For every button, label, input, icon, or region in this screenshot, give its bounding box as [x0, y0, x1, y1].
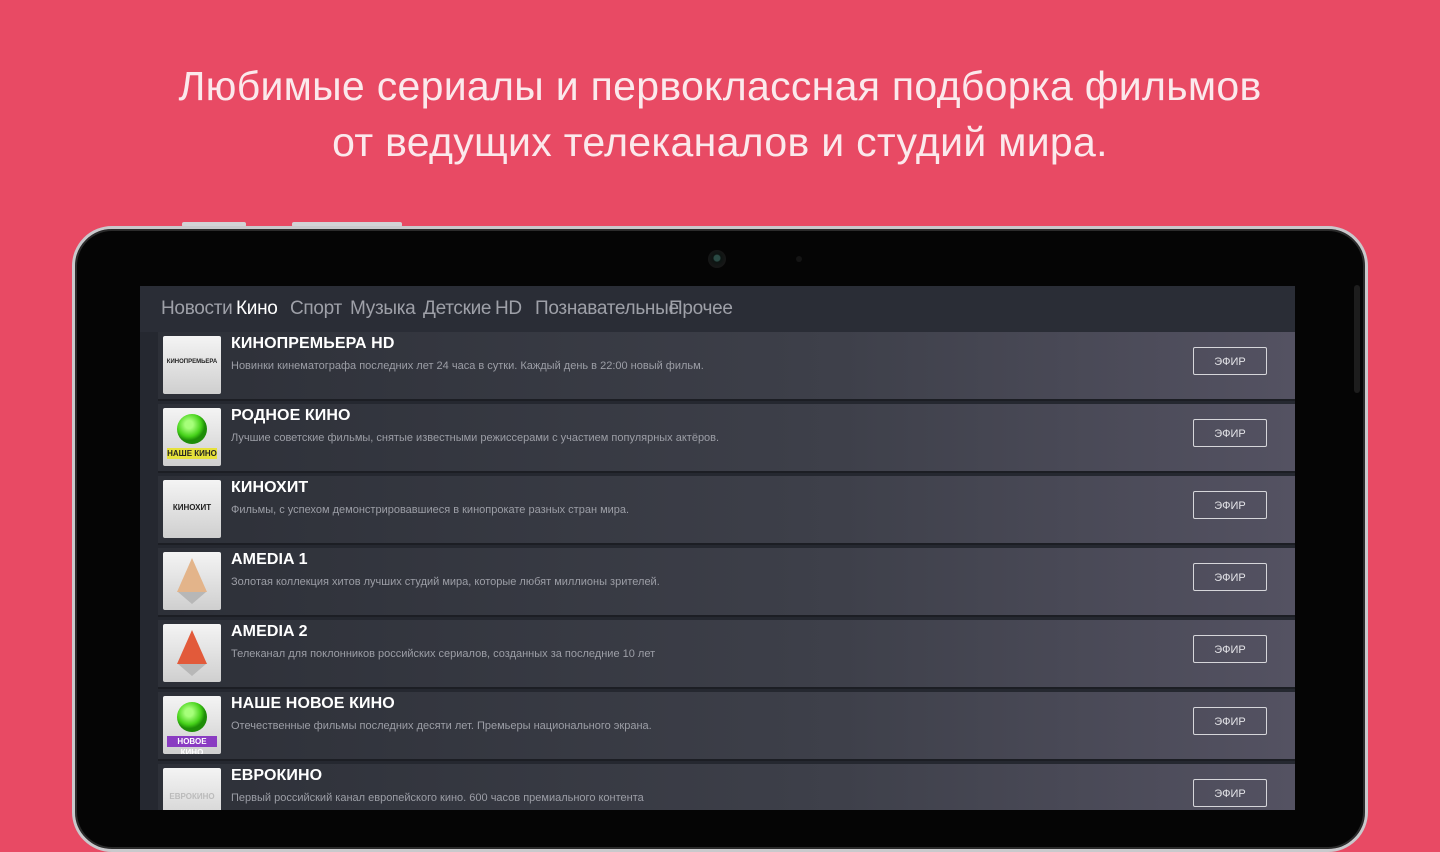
channel-description: Отечественные фильмы последних десяти ле…: [231, 720, 652, 732]
channel-description: Золотая коллекция хитов лучших студий ми…: [231, 576, 660, 588]
category-tabs: Новости Кино Спорт Музыка Детские HD Поз…: [140, 286, 1295, 332]
tab-sport[interactable]: Спорт: [290, 298, 342, 320]
channel-logo-text: НОВОЕ КИНО: [167, 736, 217, 754]
tab-hd[interactable]: HD: [495, 298, 522, 320]
channel-description: Фильмы, с успехом демонстрировавшиеся в …: [231, 504, 630, 516]
channel-row[interactable]: НАШЕ КИНО РОДНОЕ КИНО Лучшие советские ф…: [158, 404, 1295, 473]
amedia-a-icon: [177, 558, 207, 592]
live-button[interactable]: ЭФИР: [1193, 491, 1267, 519]
channel-logo-text: КИНОПРЕМЬЕРА: [166, 359, 218, 365]
channel-title: КИНОХИТ: [231, 479, 309, 496]
promo-headline: Любимые сериалы и первоклассная подборка…: [0, 58, 1440, 170]
channel-logo-text: НАШЕ КИНО: [167, 448, 217, 459]
tab-educational[interactable]: Познавательные: [535, 298, 679, 320]
channel-title: НАШЕ НОВОЕ КИНО: [231, 695, 395, 712]
channel-row[interactable]: AMEDIA 2 Телеканал для поклонников росси…: [158, 620, 1295, 689]
tab-movies[interactable]: Кино: [236, 298, 278, 320]
channel-logo: [163, 624, 221, 682]
channel-title: ЕВРОКИНО: [231, 767, 323, 784]
live-button[interactable]: ЭФИР: [1193, 563, 1267, 591]
amedia-a-icon: [177, 630, 207, 664]
channel-description: Первый российский канал европейского кин…: [231, 792, 644, 804]
channel-row[interactable]: AMEDIA 1 Золотая коллекция хитов лучших …: [158, 548, 1295, 617]
camera-icon: [708, 250, 726, 268]
channel-title: AMEDIA 2: [231, 623, 308, 640]
channel-description: Телеканал для поклонников российских сер…: [231, 648, 656, 660]
green-ball-icon: [177, 414, 207, 444]
tab-news[interactable]: Новости: [161, 298, 233, 320]
live-button[interactable]: ЭФИР: [1193, 779, 1267, 807]
channel-description: Новинки кинематографа последних лет 24 ч…: [231, 360, 704, 372]
live-button[interactable]: ЭФИР: [1193, 419, 1267, 447]
channel-title: КИНОПРЕМЬЕРА HD: [231, 335, 395, 352]
tab-music[interactable]: Музыка: [350, 298, 416, 320]
channel-logo: [163, 552, 221, 610]
channel-logo: КИНОХИТ: [163, 480, 221, 538]
channel-logo-text: КИНОХИТ: [172, 503, 212, 512]
sensor-icon: [796, 256, 802, 262]
app-screen: Новости Кино Спорт Музыка Детские HD Поз…: [140, 286, 1295, 810]
channel-row[interactable]: КИНОХИТ КИНОХИТ Фильмы, с успехом демонс…: [158, 476, 1295, 545]
tab-kids[interactable]: Детские: [423, 298, 491, 320]
live-button[interactable]: ЭФИР: [1193, 347, 1267, 375]
amedia-base-icon: [178, 664, 206, 676]
channel-row[interactable]: КИНОПРЕМЬЕРА КИНОПРЕМЬЕРА HD Новинки кин…: [158, 332, 1295, 401]
channel-row[interactable]: ЕВРОКИНО ЕВРОКИНО Первый российский кана…: [158, 764, 1295, 810]
channel-title: РОДНОЕ КИНО: [231, 407, 351, 424]
promo-line-2: от ведущих телеканалов и студий мира.: [332, 119, 1108, 165]
channel-logo: КИНОПРЕМЬЕРА: [163, 336, 221, 394]
amedia-base-icon: [178, 592, 206, 604]
live-button[interactable]: ЭФИР: [1193, 707, 1267, 735]
channel-description: Лучшие советские фильмы, снятые известны…: [231, 432, 720, 444]
channel-title: AMEDIA 1: [231, 551, 308, 568]
tab-other[interactable]: Прочее: [669, 298, 733, 320]
channel-logo: НОВОЕ КИНО: [163, 696, 221, 754]
green-ball-icon: [177, 702, 207, 732]
channel-logo: НАШЕ КИНО: [163, 408, 221, 466]
promo-line-1: Любимые сериалы и первоклассная подборка…: [178, 63, 1262, 109]
live-button[interactable]: ЭФИР: [1193, 635, 1267, 663]
channel-row[interactable]: НОВОЕ КИНО НАШЕ НОВОЕ КИНО Отечественные…: [158, 692, 1295, 761]
channel-logo: ЕВРОКИНО: [163, 768, 221, 810]
channel-logo-text: ЕВРОКИНО: [169, 792, 215, 801]
tablet-side-button: [1354, 285, 1360, 393]
